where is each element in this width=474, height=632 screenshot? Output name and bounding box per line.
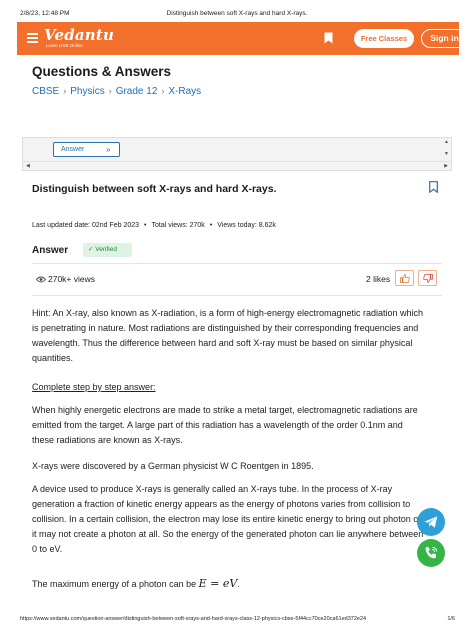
free-classes-button[interactable]: Free Classes (354, 29, 414, 48)
vertical-scrollbar[interactable]: ▲ ▼ (443, 139, 450, 161)
divider (32, 295, 442, 296)
answer-paragraph-2: X-rays were discovered by a German physi… (32, 461, 314, 471)
scroll-right-icon[interactable]: ▶ (444, 162, 448, 171)
hamburger-menu-icon[interactable] (27, 33, 38, 43)
breadcrumb-grade[interactable]: Grade 12 (116, 86, 158, 97)
eye-icon (36, 276, 46, 283)
answer-paragraph-3: A device used to produce X-rays is gener… (32, 484, 424, 554)
logo-tagline: Learn LIVE Online (46, 43, 83, 48)
double-chevron-down-icon: » (106, 145, 111, 154)
thumbs-down-icon (423, 274, 433, 283)
hint-paragraph: Hint: An X-ray, also known as X-radiatio… (32, 308, 424, 363)
telegram-share-button[interactable] (417, 508, 445, 536)
question-title: Distinguish between soft X-rays and hard… (32, 183, 277, 195)
bookmark-question-icon[interactable] (429, 181, 438, 193)
page-number: 1/6 (447, 616, 455, 622)
horizontal-scrollbar[interactable]: ◀ ▶ (23, 161, 451, 170)
equation: E = eV (198, 577, 238, 590)
phone-call-icon (425, 546, 438, 559)
question-meta: Last updated date: 02nd Feb 2023 • Total v… (32, 222, 276, 229)
dislike-button[interactable] (418, 270, 437, 286)
last-updated: Last updated date: 02nd Feb 2023 (32, 222, 140, 229)
scroll-down-icon[interactable]: ▼ (443, 151, 450, 157)
chevron-right-icon: › (161, 86, 165, 96)
answer-jump-panel: Answer » ▲ ▼ ◀ ▶ (22, 137, 452, 171)
views-today: Views today: 8.62k (217, 222, 276, 229)
answer-toggle-button[interactable]: Answer » (53, 142, 120, 157)
print-footer: https://www.vedantu.com/question-answer/… (0, 614, 474, 628)
vedantu-logo[interactable]: Vedantu Learn LIVE Online (44, 27, 114, 48)
scroll-up-icon[interactable]: ▲ (443, 139, 450, 145)
step-heading: Complete step by step answer: (32, 382, 156, 392)
para4-prefix: The maximum energy of a photon can be (32, 579, 197, 589)
telegram-icon (424, 516, 438, 528)
views-count: 270k+ views (48, 274, 96, 284)
page-url: https://www.vedantu.com/question-answer/… (20, 616, 367, 622)
answer-views: 270k+ views (36, 274, 95, 284)
verified-label: Verified (95, 246, 117, 253)
chevron-right-icon: › (63, 86, 67, 96)
breadcrumb: CBSE › Physics › Grade 12 › X-Rays (32, 86, 201, 97)
answer-heading: Answer (32, 245, 69, 256)
para4-suffix: . (237, 579, 240, 589)
chevron-right-icon: › (108, 86, 112, 96)
print-header: 2/8/23, 12:48 PM Distinguish between sof… (0, 0, 474, 22)
breadcrumb-cbse[interactable]: CBSE (32, 86, 59, 97)
breadcrumb-topic[interactable]: X-Rays (168, 86, 201, 97)
like-button[interactable] (395, 270, 414, 286)
top-navbar: Vedantu Learn LIVE Online Free Classes S… (17, 22, 468, 55)
bookmark-icon[interactable] (324, 32, 333, 44)
scroll-left-icon[interactable]: ◀ (26, 162, 30, 171)
verified-badge: ✓ Verified (83, 243, 132, 257)
breadcrumb-physics[interactable]: Physics (70, 86, 104, 97)
divider (32, 263, 442, 264)
total-views: Total views: 270k (151, 222, 205, 229)
likes-count: 2 likes (366, 274, 391, 284)
answer-toggle-label: Answer (61, 146, 85, 153)
call-button[interactable] (417, 539, 445, 567)
thumbs-up-icon (400, 274, 410, 283)
answer-paragraph-1: When highly energetic electrons are made… (32, 405, 418, 445)
logo-wordmark: Vedantu (44, 26, 115, 44)
page-title: Questions & Answers (32, 64, 172, 79)
sign-in-button[interactable]: Sign in (421, 29, 468, 48)
print-title: Distinguish between soft X-rays and hard… (166, 10, 308, 17)
answer-paragraph-4: The maximum energy of a photon can be E … (32, 576, 427, 592)
